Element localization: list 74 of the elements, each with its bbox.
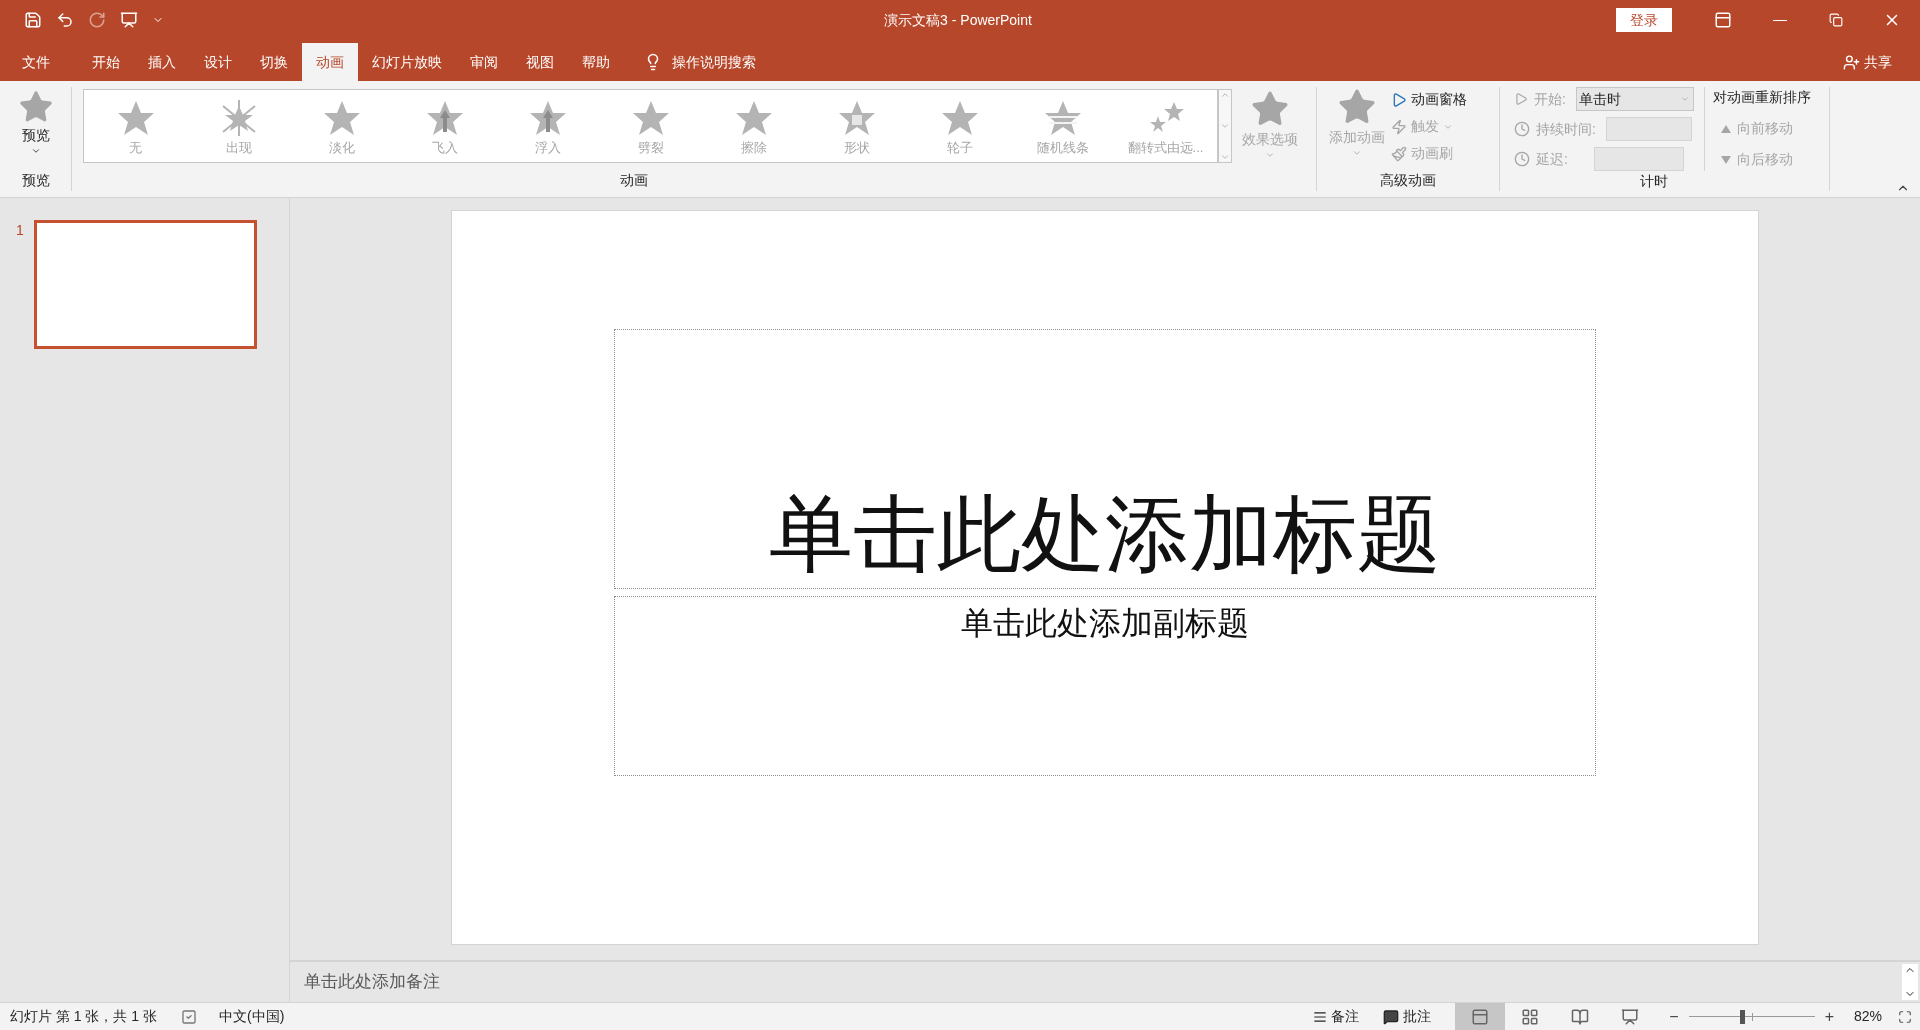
paintbrush-icon — [1391, 145, 1407, 162]
subtitle-placeholder[interactable]: 单击此处添加副标题 — [614, 596, 1596, 776]
comment-icon — [1383, 1008, 1400, 1025]
ribbon-tab[interactable]: 设计 — [190, 43, 246, 81]
tell-me-search[interactable]: 操作说明搜索 — [672, 51, 756, 73]
zoom-level[interactable]: 82% — [1853, 1006, 1882, 1027]
preview-button[interactable]: 预览 — [17, 87, 54, 156]
group-label: 高级动画 — [1380, 171, 1436, 190]
down-triangle-icon — [1720, 155, 1731, 164]
group-label: 动画 — [620, 171, 648, 190]
user-plus-icon — [1843, 53, 1860, 71]
view-button[interactable] — [1455, 1002, 1506, 1030]
ribbon-tab[interactable]: 文件 — [8, 43, 64, 81]
zoom-out-button[interactable]: − — [1669, 1004, 1679, 1029]
share-button[interactable]: 共享 — [1843, 43, 1920, 81]
lightning-icon — [1391, 118, 1407, 135]
grid-icon — [1521, 1007, 1540, 1026]
fit-slide-icon[interactable] — [1898, 1009, 1912, 1024]
language-status[interactable]: 中文(中国) — [219, 1006, 285, 1027]
duration-field[interactable] — [1605, 117, 1692, 141]
sign-in-button[interactable]: 登录 — [1616, 8, 1672, 32]
restore-icon — [1829, 13, 1843, 27]
delay-label: 延迟: — [1536, 149, 1568, 169]
gallery-scrollbar[interactable] — [1218, 89, 1232, 163]
caret-icon — [1679, 94, 1690, 104]
notes-placeholder[interactable]: 单击此处添加备注 — [304, 969, 1902, 995]
animation-pane-button[interactable]: 动画窗格 — [1391, 89, 1467, 110]
ribbon-tab[interactable]: 切换 — [246, 43, 302, 81]
start-dropdown[interactable]: 单击时 — [1575, 87, 1694, 111]
up-triangle-icon — [1720, 124, 1731, 133]
ribbon-tab[interactable]: 开始 — [78, 43, 134, 81]
zoom-thumb[interactable] — [1740, 1009, 1746, 1024]
more-icon — [1220, 152, 1230, 162]
caret-icon — [1352, 148, 1362, 158]
zoom-slider[interactable] — [1688, 1009, 1815, 1024]
caret-icon — [1265, 150, 1275, 160]
group-label: 计时 — [1640, 172, 1669, 191]
projector-icon — [1621, 1007, 1640, 1026]
normal-view-icon — [1471, 1007, 1490, 1026]
ribbon-tab[interactable]: 审阅 — [456, 43, 512, 81]
play-icon — [1391, 91, 1407, 108]
ribbon-display-icon[interactable] — [1714, 11, 1732, 29]
reorder-title: 对动画重新排序 — [1712, 88, 1811, 107]
start-label: 开始: — [1534, 89, 1566, 109]
ribbon-tab[interactable]: 插入 — [134, 43, 190, 81]
ribbon-tab[interactable]: 动画 — [302, 43, 358, 81]
ribbon-tab[interactable]: 幻灯片放映 — [358, 43, 456, 81]
title-placeholder[interactable]: 单击此处添加标题 — [614, 329, 1596, 589]
save-icon[interactable] — [24, 11, 42, 29]
comments-button[interactable]: 批注 — [1383, 1006, 1432, 1027]
clock-icon — [1514, 121, 1530, 137]
notes-icon — [1313, 1009, 1328, 1024]
undo-icon[interactable] — [56, 11, 74, 29]
group-label: 预览 — [21, 171, 50, 190]
book-icon — [1571, 1007, 1590, 1026]
caret-icon — [30, 146, 41, 156]
slide-count: 幻灯片 第 1 张，共 1 张 — [9, 1007, 158, 1026]
notes-scrollbar[interactable] — [1902, 964, 1918, 1000]
scroll-up-icon — [1220, 90, 1230, 100]
notes-button[interactable]: 备注 — [1313, 1006, 1360, 1027]
minimize-icon — [1773, 19, 1787, 21]
slide-number: 1 — [16, 221, 24, 240]
delay-field[interactable] — [1593, 147, 1684, 171]
spell-check-icon[interactable] — [181, 1008, 198, 1025]
duration-label: 持续时间: — [1536, 119, 1596, 139]
ribbon-tab[interactable]: 视图 — [512, 43, 568, 81]
zoom-in-button[interactable]: + — [1824, 1004, 1834, 1029]
ribbon-tab[interactable]: 帮助 — [568, 43, 624, 81]
play-icon — [1514, 92, 1528, 106]
slide-thumbnail[interactable] — [33, 220, 257, 349]
window-title: 演示文稿3 - PowerPoint — [884, 10, 1032, 30]
clock-icon — [1514, 151, 1530, 167]
scroll-down-icon — [1220, 121, 1230, 131]
slideshow-icon[interactable] — [120, 11, 138, 29]
